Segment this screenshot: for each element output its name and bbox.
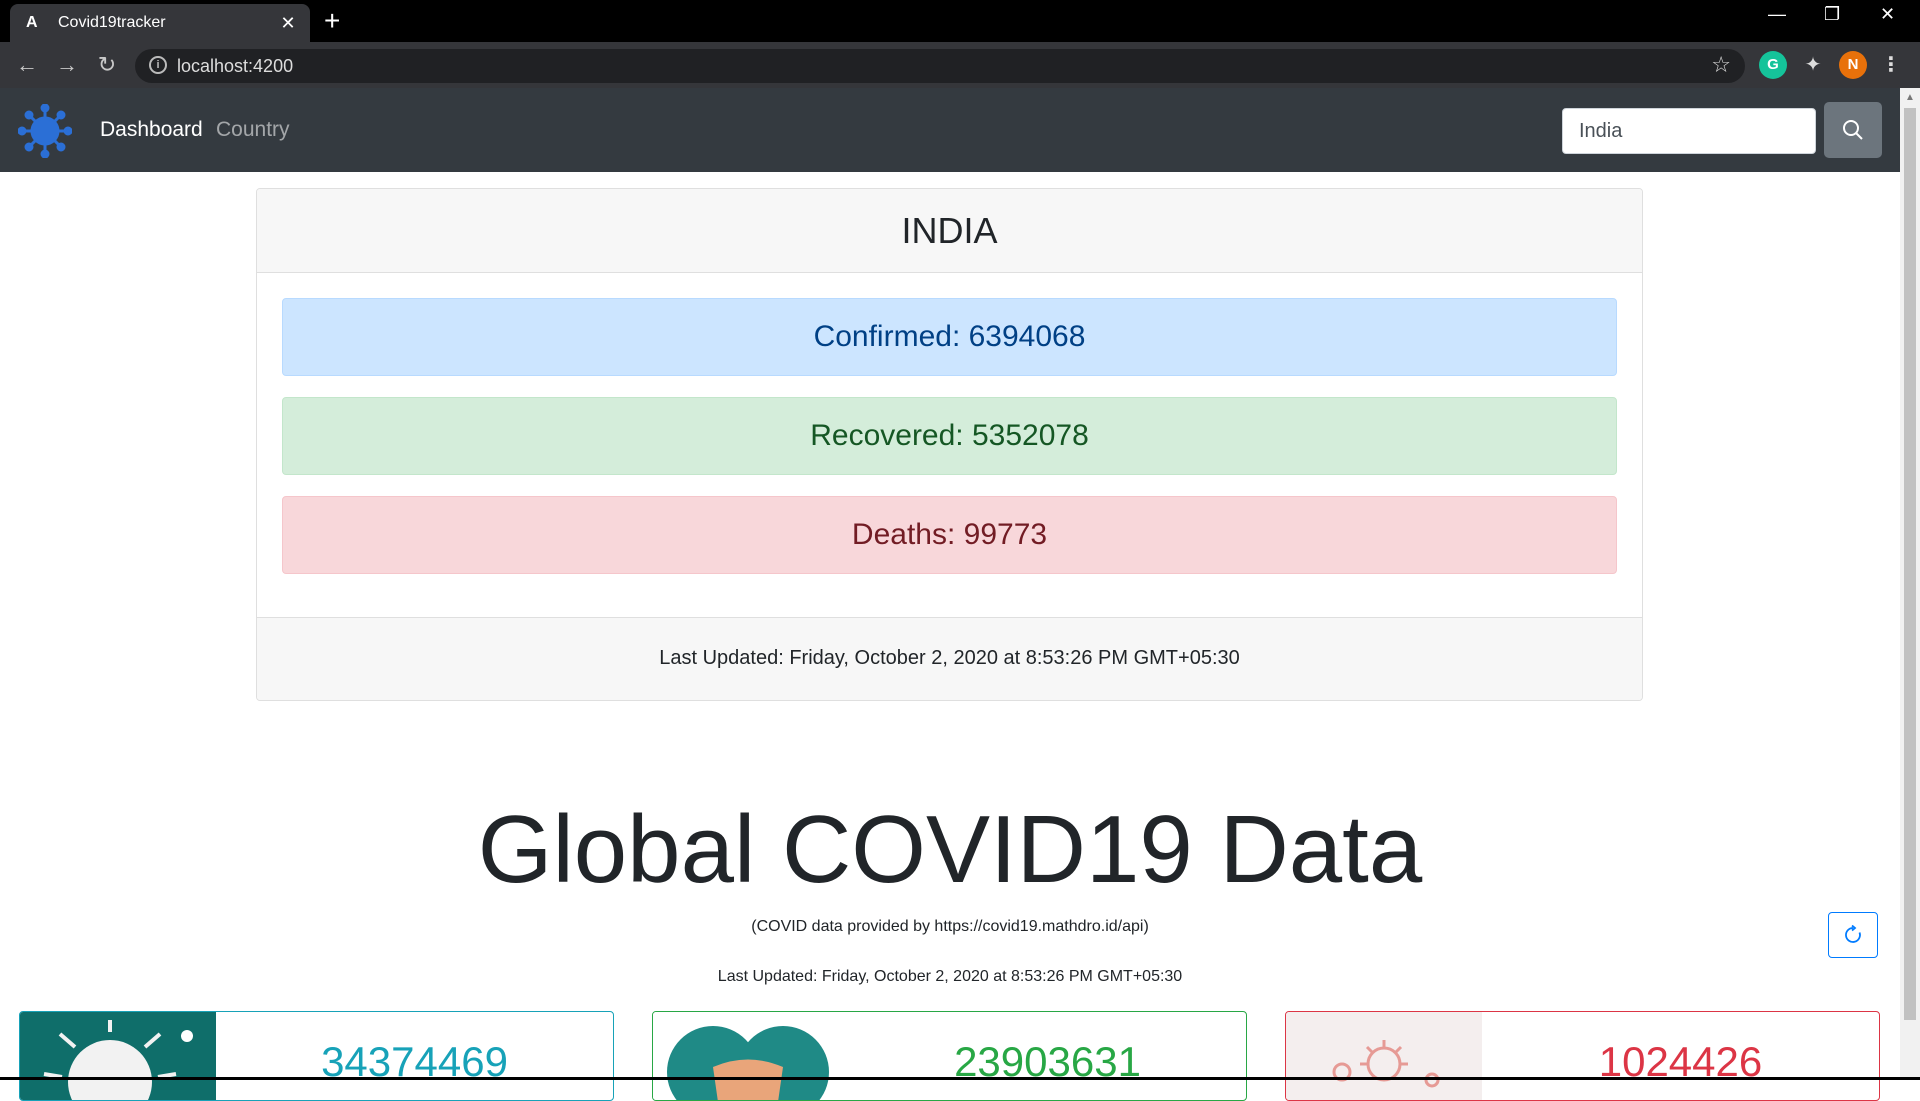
extensions-puzzle-icon[interactable]: ✦ — [1799, 51, 1827, 79]
country-card: INDIA Confirmed: 6394068 Recovered: 5352… — [256, 188, 1643, 701]
country-deaths-alert: Deaths: 99773 — [282, 496, 1617, 574]
nav-country-link[interactable]: Country — [216, 118, 290, 142]
site-info-icon[interactable]: i — [149, 56, 167, 74]
scrollbar-thumb[interactable] — [1904, 108, 1916, 1020]
data-source-text: (COVID data provided by https://covid19.… — [751, 918, 1149, 935]
nav-dashboard-link[interactable]: Dashboard — [100, 118, 203, 142]
angular-favicon-icon: A — [26, 14, 38, 31]
global-last-updated: Last Updated: Friday, October 2, 2020 at… — [717, 968, 1183, 985]
profile-avatar[interactable]: N — [1839, 51, 1867, 79]
browser-tab[interactable]: A Covid19tracker ✕ — [10, 4, 310, 42]
page-scrollbar[interactable]: ▲ — [1900, 88, 1920, 1080]
scroll-up-icon[interactable]: ▲ — [1905, 92, 1915, 103]
global-confirmed-card: 34374469 — [19, 1011, 614, 1101]
country-recovered-alert: Recovered: 5352078 — [282, 397, 1617, 475]
country-search-input[interactable] — [1562, 108, 1816, 154]
country-name: INDIA — [257, 189, 1642, 273]
global-recovered-card: 23903631 — [652, 1011, 1247, 1101]
search-icon — [1843, 120, 1863, 140]
country-last-updated: Last Updated: Friday, October 2, 2020 at… — [257, 617, 1642, 700]
tab-title: Covid19tracker — [58, 14, 166, 31]
virus-illustration-icon — [20, 1012, 216, 1100]
forward-icon[interactable]: → — [52, 50, 82, 80]
app-navbar: Dashboard Country — [0, 88, 1900, 172]
minimize-icon[interactable]: — — [1768, 4, 1786, 25]
heart-hands-icon — [653, 1012, 849, 1100]
browser-menu-icon[interactable]: ⋮ — [1877, 51, 1905, 79]
browser-toolbar: ← → ↻ i localhost:4200 ☆ G ✦ N ⋮ — [0, 42, 1920, 88]
bookmark-star-icon[interactable]: ☆ — [1711, 52, 1731, 78]
new-tab-icon[interactable]: + — [324, 6, 340, 36]
search-button[interactable] — [1824, 102, 1882, 158]
global-deaths-card: 1024426 — [1285, 1011, 1880, 1101]
address-bar[interactable]: i localhost:4200 ☆ — [135, 49, 1745, 83]
virus-cells-icon — [1286, 1012, 1482, 1100]
back-icon[interactable]: ← — [12, 50, 42, 80]
virus-logo-icon[interactable] — [18, 104, 72, 158]
grammarly-extension-icon[interactable]: G — [1759, 51, 1787, 79]
reload-icon[interactable]: ↻ — [92, 50, 122, 80]
window-close-icon[interactable]: ✕ — [1880, 4, 1895, 25]
url-text: localhost:4200 — [177, 56, 294, 76]
refresh-icon — [1845, 925, 1861, 943]
refresh-button[interactable] — [1828, 912, 1878, 958]
close-tab-icon[interactable]: ✕ — [276, 13, 300, 34]
restore-icon[interactable]: ❐ — [1824, 4, 1840, 25]
global-title: Global COVID19 Data — [477, 796, 1423, 903]
browser-tab-bar: A Covid19tracker ✕ + — ❐ ✕ — [0, 0, 1920, 42]
country-confirmed-alert: Confirmed: 6394068 — [282, 298, 1617, 376]
